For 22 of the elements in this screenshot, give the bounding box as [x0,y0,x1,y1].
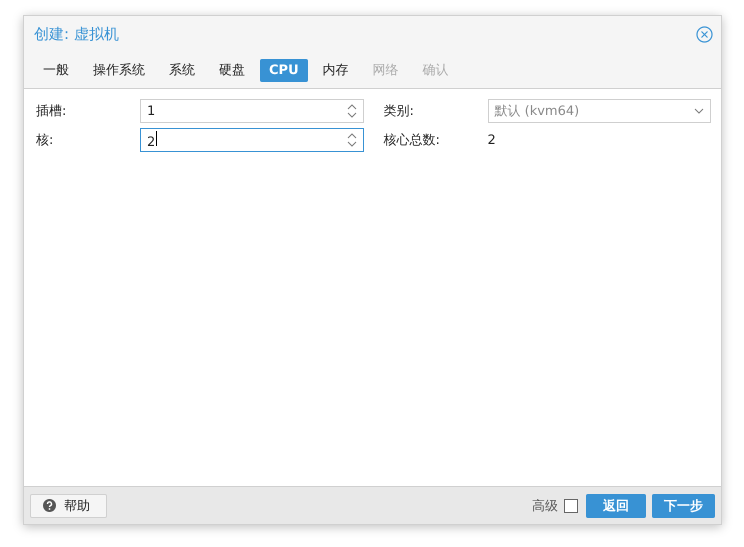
field-label: 核心总数: [384,132,441,149]
number-field[interactable]: 2 [140,128,364,152]
help-button[interactable]: 帮助 [30,494,107,518]
tab[interactable]: 操作系统 [84,57,154,83]
select-field[interactable]: 默认 (kvm64) [488,99,711,123]
number-field[interactable]: 1 [140,99,364,123]
window-title: 创建: 虚拟机 [34,24,119,44]
spinner-icon[interactable] [346,103,356,119]
field-label: 类别: [384,103,415,120]
field-value: 2 [488,132,497,148]
field-label: 核: [36,132,54,149]
help-icon [43,499,56,512]
field-label: 插槽: [36,103,68,120]
tab[interactable]: 一般 [34,57,78,83]
tab[interactable]: 系统 [160,57,204,83]
chevron-down-icon [694,108,704,114]
checkbox-label: 高级 [532,498,558,514]
close-icon[interactable] [696,26,713,42]
checkbox[interactable] [564,498,578,512]
tab[interactable]: 硬盘 [210,57,254,83]
tab[interactable]: 内存 [314,57,358,83]
spinner-icon[interactable] [346,132,356,148]
